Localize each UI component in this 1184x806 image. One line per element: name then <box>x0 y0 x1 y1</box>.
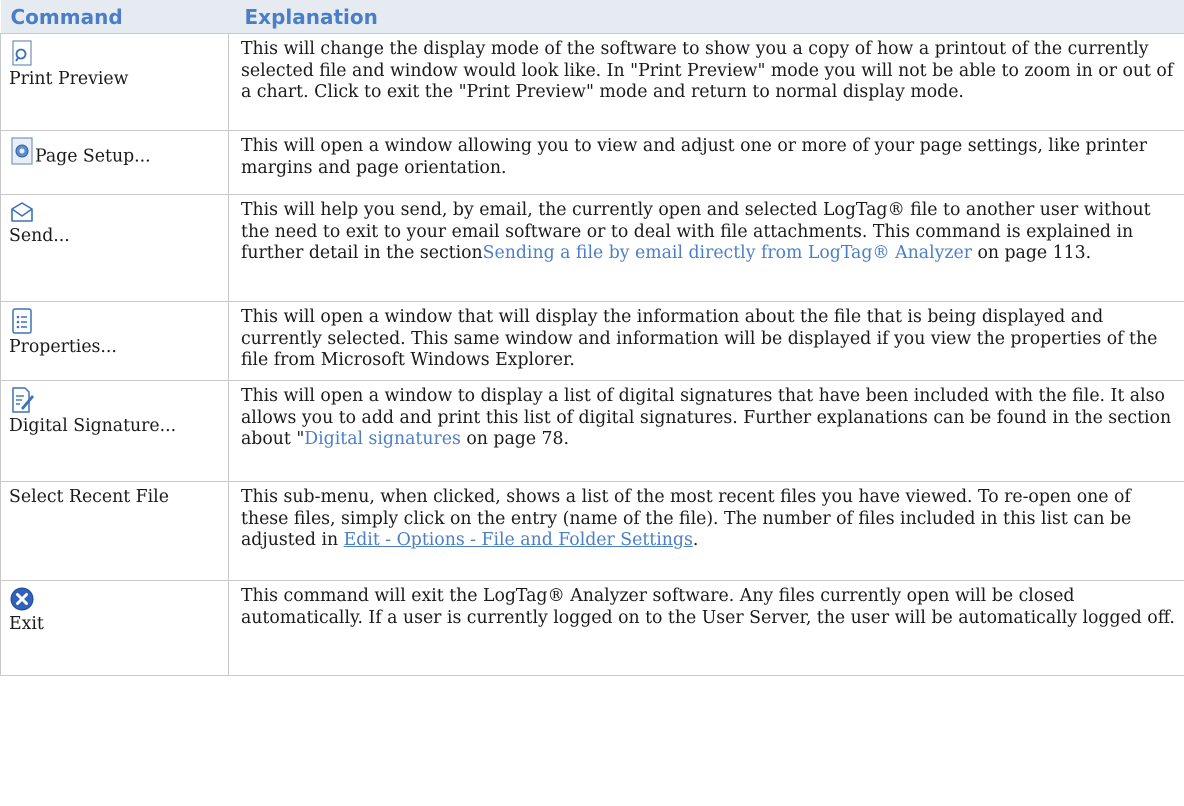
table-row: Print Preview This will change the displ… <box>0 33 1184 131</box>
exit-icon <box>9 586 35 612</box>
command-table: Command Explanation Print Preview This w… <box>0 0 1184 676</box>
explanation-cell: This will help you send, by email, the c… <box>228 194 1184 302</box>
command-cell: Digital Signature... <box>0 380 229 482</box>
command-label: Select Recent File <box>9 487 169 507</box>
explanation-text: on page 78. <box>466 429 570 450</box>
envelope-icon <box>9 200 35 224</box>
explanation-cell: This will change the display mode of the… <box>228 33 1184 131</box>
table-row: Page Setup... This will open a window al… <box>0 130 1184 195</box>
command-cell: Page Setup... <box>0 130 229 195</box>
command-cell: Select Recent File <box>0 481 229 581</box>
command-cell: Print Preview <box>0 33 229 131</box>
cross-reference-link[interactable]: Digital signatures <box>304 429 466 449</box>
explanation-cell: This will open a window allowing you to … <box>228 130 1184 195</box>
command-cell: Send... <box>0 194 229 302</box>
command-label: Properties... <box>9 337 117 357</box>
command-cell: Exit <box>0 580 229 676</box>
command-label: Print Preview <box>9 69 129 89</box>
cross-reference-link[interactable]: Sending a file by email directly from Lo… <box>483 243 972 263</box>
explanation-column-header: Explanation <box>228 0 1184 34</box>
table-row: Properties... This will open a window th… <box>0 301 1184 381</box>
table-row: Select Recent File This sub-menu, when c… <box>0 481 1184 581</box>
print-preview-icon <box>9 39 35 67</box>
explanation-cell: This command will exit the LogTag® Analy… <box>228 580 1184 676</box>
command-label: Digital Signature... <box>9 416 177 436</box>
properties-icon <box>9 307 35 335</box>
command-cell: Properties... <box>0 301 229 381</box>
command-label: Send... <box>9 226 70 246</box>
digital-signature-icon <box>9 386 35 414</box>
table-row: Send... This will help you send, by emai… <box>0 194 1184 302</box>
explanation-text: . <box>692 530 699 551</box>
explanation-cell: This will open a window that will displa… <box>228 301 1184 381</box>
command-label: Exit <box>9 614 44 634</box>
explanation-cell: This sub-menu, when clicked, shows a lis… <box>228 481 1184 581</box>
explanation-text: on page 113. <box>971 243 1092 264</box>
explanation-cell: This will open a window to display a lis… <box>228 380 1184 482</box>
page-setup-icon <box>9 136 35 166</box>
table-header-row: Command Explanation <box>0 0 1184 34</box>
table-row: Exit This command will exit the LogTag® … <box>0 580 1184 676</box>
options-link[interactable]: Edit - Options - File and Folder Setting… <box>344 530 693 550</box>
command-column-header: Command <box>0 0 229 34</box>
command-label: Page Setup... <box>35 146 151 167</box>
table-row: Digital Signature... This will open a wi… <box>0 380 1184 482</box>
